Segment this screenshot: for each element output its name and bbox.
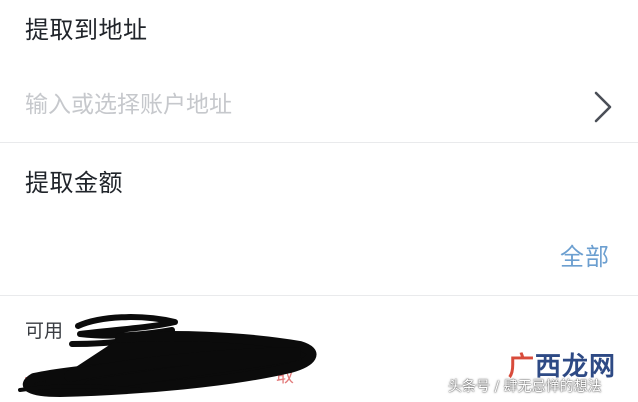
address-select-row[interactable] bbox=[0, 72, 638, 142]
amount-input[interactable] bbox=[25, 240, 525, 276]
withdraw-amount-title: 提取金额 bbox=[25, 169, 123, 197]
divider bbox=[0, 142, 638, 143]
watermark-source: 头条号 / 肆无忌惮的想法 bbox=[448, 379, 602, 395]
redaction-scribble bbox=[18, 314, 317, 397]
withdraw-address-title: 提取到地址 bbox=[25, 16, 148, 44]
watermark: 广西龙网 头条号 / 肆无忌惮的想法 bbox=[448, 352, 634, 396]
withdraw-all-button[interactable]: 全部 bbox=[560, 242, 610, 272]
address-input[interactable] bbox=[25, 88, 565, 122]
chevron-right-icon[interactable] bbox=[586, 90, 616, 124]
divider bbox=[0, 295, 638, 296]
fee-text-trailing: 取 bbox=[276, 366, 294, 387]
fee-text-fragment bbox=[25, 357, 65, 379]
available-balance-label: 可用 bbox=[25, 320, 64, 342]
